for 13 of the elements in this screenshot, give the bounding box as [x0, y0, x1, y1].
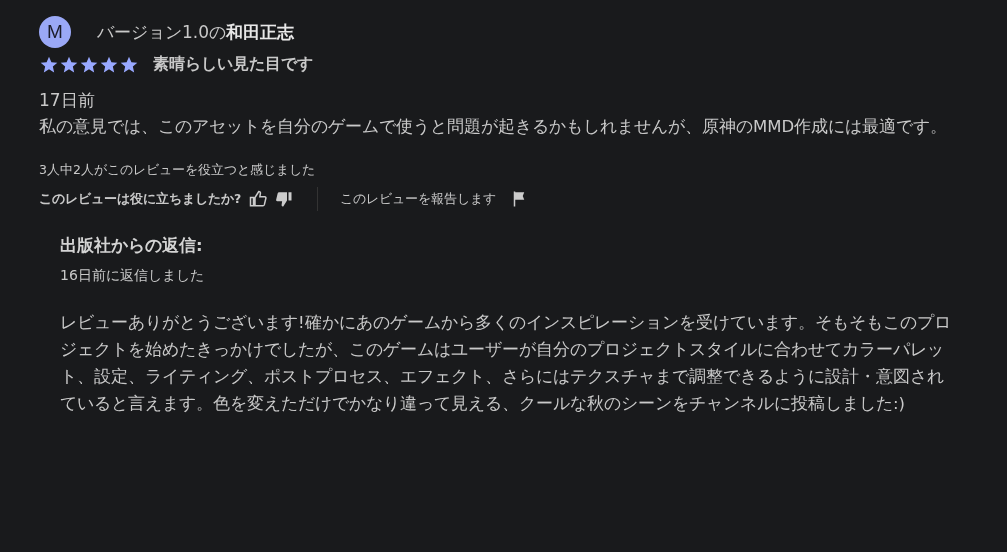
report-link[interactable]: このレビューを報告します — [340, 190, 497, 208]
helpful-question: このレビューは役に立ちましたか? — [39, 190, 242, 208]
review-title: 素晴らしい見た目です — [153, 54, 313, 75]
reply-date: 16日前に返信しました — [60, 267, 205, 285]
avatar: M — [39, 16, 71, 48]
thumbs-down-icon[interactable] — [275, 190, 294, 208]
review-date: 17日前 — [39, 89, 96, 112]
reply-text: レビューありがとうございます!確かにあのゲームから多くのインスピレーションを受けています。そもそもこのプロジェクトを始めたきっかけでしたが、このゲームはユーザーが自分のプロジェクトスタイルに合わせてカラーパレット、設定、ライティング、ポストプロセス、エフェクト、さらにはテクスチャまで調整できるように設計・意図されていると言えます。色を変えただけでかなり違って見える、クールな秋のシーンをチャンネルに投稿しました:) — [60, 312, 952, 415]
reply-heading: 出版社からの返信: — [60, 235, 204, 257]
review-text: 私の意見では、このアセットを自分のゲームで使うと問題が起きるかもしれませんが、原神のMMD作成には最適です。 — [39, 116, 949, 138]
thumbs-up-icon[interactable] — [249, 190, 268, 208]
author-name: バージョン1.0の和田正志 — [97, 20, 295, 44]
helpful-count: 3人中2人がこのレビューを役立つと感じました — [39, 162, 316, 179]
